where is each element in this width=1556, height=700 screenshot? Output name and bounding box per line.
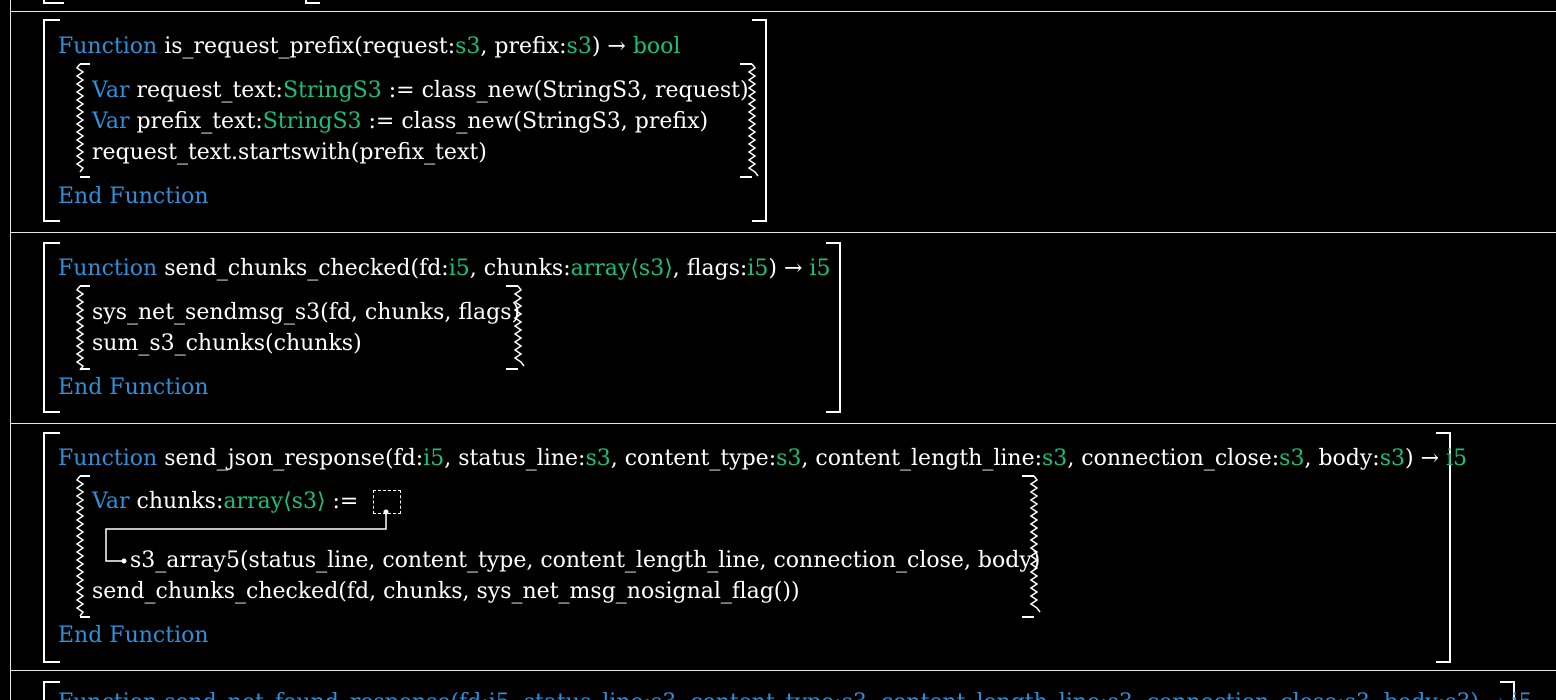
- param-type: array⟨s3⟩: [570, 256, 673, 281]
- param-type: s3: [776, 446, 802, 471]
- var-name: prefix_text:: [129, 109, 263, 134]
- param-separator: , content_length_line:: [801, 446, 1043, 471]
- function-header-send-chunks-checked: Function send_chunks_checked(fd:i5, chun…: [58, 258, 830, 280]
- var-type: StringS3: [262, 109, 362, 134]
- param-separator: , flags:: [672, 256, 748, 281]
- return-arrow: ) →: [768, 256, 810, 281]
- code-line: sum_s3_chunks(chunks): [92, 331, 362, 356]
- var-name: request_text:: [129, 78, 283, 103]
- param-type: s3: [1042, 446, 1068, 471]
- function-signature: send_json_response(fd:: [164, 446, 424, 471]
- function-header-is-request-prefix: Function is_request_prefix(request:s3, p…: [58, 36, 680, 58]
- function-keyword: Function: [58, 34, 158, 59]
- param-type: s3: [566, 34, 592, 59]
- function-header-send-json-response: Function send_json_response(fd:i5, statu…: [58, 448, 1467, 470]
- param-type: i5: [747, 256, 769, 281]
- end-function-keyword: End Function: [58, 623, 209, 648]
- code-line: Var request_text:StringS3 := class_new(S…: [92, 80, 749, 102]
- function-header-partial: Function send_not_found_response(fd:i5, …: [58, 692, 1532, 700]
- param-type: s3: [1279, 446, 1305, 471]
- code-line: send_chunks_checked(fd, chunks, sys_net_…: [92, 579, 800, 604]
- end-function-keyword: End Function: [58, 375, 209, 400]
- var-value: := class_new(StringS3, request): [381, 78, 749, 103]
- code-line: Var prefix_text:StringS3 := class_new(St…: [92, 111, 708, 133]
- param-separator: , body:: [1304, 446, 1380, 471]
- var-type: StringS3: [282, 78, 382, 103]
- param-separator: , content_type:: [610, 446, 777, 471]
- param-type: s3: [1379, 446, 1406, 471]
- code-line: sys_net_sendmsg_s3(fd, chunks, flags): [92, 300, 521, 325]
- param-separator: , status_line:: [444, 446, 586, 471]
- code-line: request_text.startswith(prefix_text): [92, 140, 487, 165]
- param-type: i5: [423, 446, 445, 471]
- return-arrow: ) →: [591, 34, 633, 59]
- var-value: := class_new(StringS3, prefix): [361, 109, 709, 134]
- return-type: bool: [632, 34, 681, 59]
- code-line: Var chunks:array⟨s3⟩ :=: [92, 491, 358, 513]
- return-arrow: ) →: [1405, 446, 1447, 471]
- end-function-keyword: End Function: [58, 184, 209, 209]
- function-keyword: Function: [58, 256, 158, 281]
- function-keyword: Function: [58, 446, 158, 471]
- return-type: i5: [1446, 446, 1468, 471]
- param-separator: , prefix:: [480, 34, 567, 59]
- param-type: i5: [448, 256, 470, 281]
- var-keyword: Var: [92, 489, 130, 514]
- var-keyword: Var: [92, 109, 130, 134]
- function-signature: is_request_prefix(request:: [164, 34, 456, 59]
- function-signature: send_chunks_checked(fd:: [164, 256, 449, 281]
- var-name: chunks:: [129, 489, 224, 514]
- param-type: s3: [455, 34, 481, 59]
- param-separator: , chunks:: [469, 256, 571, 281]
- assign-operator: :=: [325, 489, 359, 514]
- param-separator: , connection_close:: [1067, 446, 1280, 471]
- var-type: array⟨s3⟩: [223, 489, 326, 514]
- expression-hole[interactable]: [373, 490, 401, 514]
- hole-value-expression: s3_array5(status_line, content_type, con…: [130, 548, 1041, 573]
- param-type: s3: [585, 446, 611, 471]
- return-type: i5: [809, 256, 831, 281]
- var-keyword: Var: [92, 78, 130, 103]
